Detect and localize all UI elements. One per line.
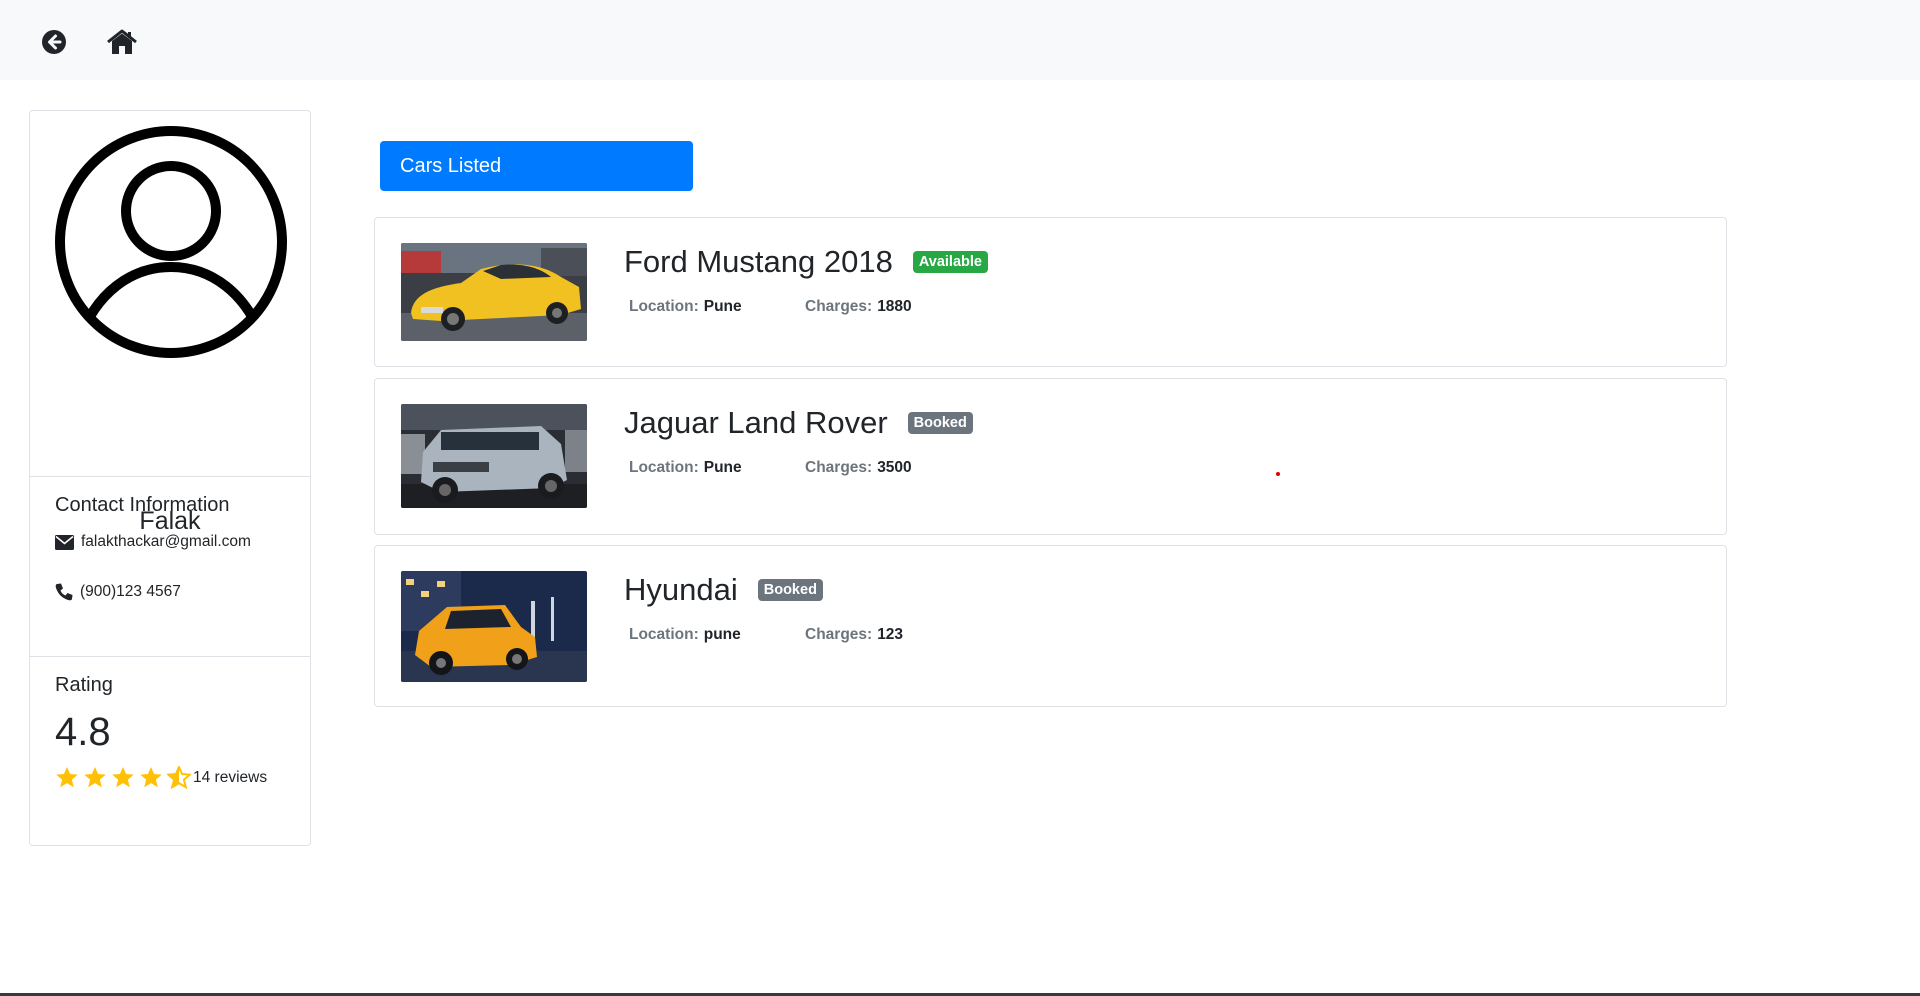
star-icon [56,767,78,788]
rating-value: 4.8 [55,710,111,754]
car-title-row: Jaguar Land Rover Booked [624,405,973,441]
location-value: pune [703,626,741,643]
location-label: Location: [629,298,699,315]
car-name: Hyundai [624,572,738,607]
star-icon [140,767,162,788]
home-button[interactable] [106,26,138,58]
status-badge: Available [912,251,988,273]
car-location: Location: pune [629,626,805,644]
top-navbar [0,0,1920,80]
phone-text: (900)123 4567 [80,583,181,600]
star-icon [112,767,134,788]
phone-icon [55,583,73,601]
divider [30,656,310,657]
rating-heading: Rating [55,674,113,696]
location-label: Location: [629,459,699,476]
charges-label: Charges: [805,459,873,476]
car-card[interactable]: Hyundai Booked Location: pune Charges: 123 [374,545,1727,707]
location-value: Pune [703,459,742,476]
user-avatar-icon [55,126,287,358]
phone-row: (900)123 4567 [55,583,181,601]
charges-value: 3500 [877,459,912,476]
charges-value: 1880 [877,298,912,315]
car-card[interactable]: Jaguar Land Rover Booked Location: Pune C… [374,378,1727,535]
location-label: Location: [629,626,699,643]
car-image-mustang [401,243,587,341]
car-image-land-rover [401,404,587,508]
car-details: Location: Pune Charges: 3500 [629,459,912,477]
home-icon [107,29,137,54]
car-card[interactable]: Ford Mustang 2018 Available Location: Pun… [374,217,1727,367]
car-charges: Charges: 1880 [805,298,912,316]
email-text: falakthackar@gmail.com [81,533,251,550]
car-charges: Charges: 123 [805,626,903,644]
car-location: Location: Pune [629,459,805,477]
car-name: Ford Mustang 2018 [624,244,893,279]
car-title-row: Hyundai Booked [624,572,823,608]
arrow-circle-left-icon [42,30,66,54]
cars-listed-button[interactable]: Cars Listed [380,141,693,191]
charges-label: Charges: [805,626,873,643]
car-name: Jaguar Land Rover [624,405,888,440]
charges-label: Charges: [805,298,873,315]
email-row: falakthackar@gmail.com [55,533,251,551]
charges-value: 123 [877,626,904,643]
back-button[interactable] [38,26,70,58]
cursor-dot [1276,472,1280,476]
car-location: Location: Pune [629,298,805,316]
car-details: Location: pune Charges: 123 [629,626,903,644]
divider [30,476,310,477]
envelope-icon [55,534,74,550]
star-half-icon [167,766,191,789]
star-icon [84,767,106,788]
rating-stars: 14 reviews [55,766,267,789]
location-value: Pune [703,298,742,315]
car-details: Location: Pune Charges: 1880 [629,298,912,316]
car-title-row: Ford Mustang 2018 Available [624,244,988,280]
profile-card: Falak Contact Information falakthackar@g… [29,110,311,846]
car-charges: Charges: 3500 [805,459,912,477]
status-badge: Booked [757,579,823,601]
contact-information-heading: Contact Information [55,494,230,516]
reviews-count: 14 reviews [193,768,268,786]
status-badge: Booked [907,412,973,434]
car-image-hyundai [401,571,587,682]
